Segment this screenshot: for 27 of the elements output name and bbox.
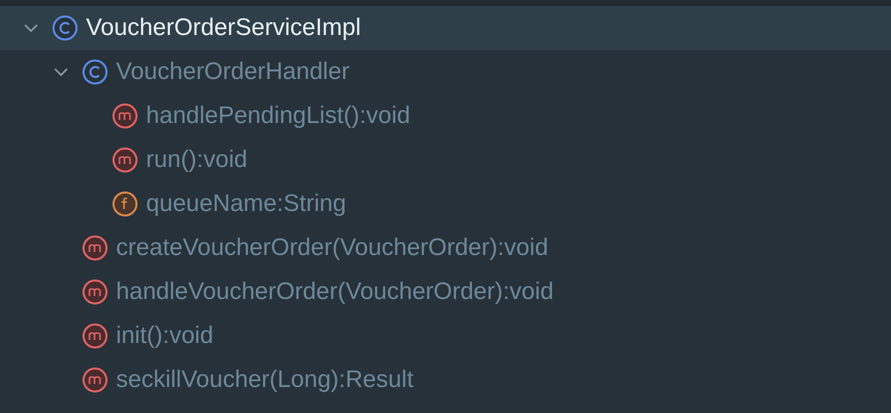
tree-row[interactable]: VoucherOrderServiceImpl (0, 6, 891, 50)
tree-node-label: init():void (116, 322, 214, 350)
tree-row[interactable]: run():void (0, 138, 891, 182)
tree-row[interactable]: init():void (0, 314, 891, 358)
tree-node-label: VoucherOrderHandler (116, 58, 350, 86)
tree-node-label: queueName:String (146, 190, 346, 218)
tree-row[interactable]: VoucherOrderHandler (0, 50, 891, 94)
method-icon (82, 323, 108, 349)
tree-node-label: createVoucherOrder(VoucherOrder):void (116, 234, 548, 262)
class-icon (82, 59, 108, 85)
tree-row[interactable]: handleVoucherOrder(VoucherOrder):void (0, 270, 891, 314)
tree-node-label: VoucherOrderServiceImpl (86, 14, 361, 42)
method-icon (82, 279, 108, 305)
tree-node-label: seckillVoucher(Long):Result (116, 366, 414, 394)
method-icon (82, 367, 108, 393)
tree-node-label: handleVoucherOrder(VoucherOrder):void (116, 278, 554, 306)
tree-node-label: handlePendingList():void (146, 102, 410, 130)
class-icon (52, 15, 78, 41)
field-icon (112, 191, 138, 217)
tree-node-label: run():void (146, 146, 248, 174)
method-icon (112, 147, 138, 173)
method-icon (112, 103, 138, 129)
method-icon (82, 235, 108, 261)
tree-row[interactable]: seckillVoucher(Long):Result (0, 358, 891, 402)
tree-row[interactable]: handlePendingList():void (0, 94, 891, 138)
tree-row[interactable]: queueName:String (0, 182, 891, 226)
tree-row[interactable]: createVoucherOrder(VoucherOrder):void (0, 226, 891, 270)
